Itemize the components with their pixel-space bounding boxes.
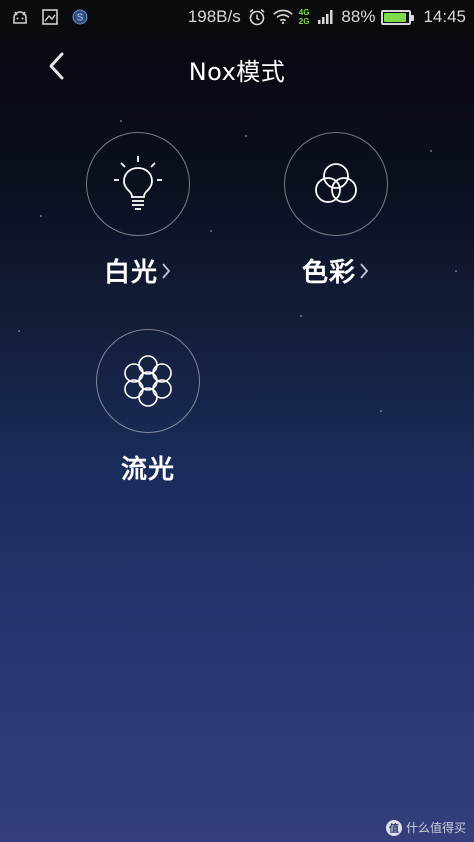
mode-label: 流光 [120,455,175,485]
mode-color-circle [284,132,388,236]
mode-white-light-label-row: 白光 [104,252,172,289]
mode-white-light-circle [86,132,190,236]
mode-color[interactable]: 色彩 [266,132,406,289]
wifi-icon [273,7,293,27]
app-header: Nox模式 [0,34,474,100]
color-circles-icon [315,163,357,203]
battery-level-fill [384,12,406,22]
chevron-right-icon [358,261,370,281]
svg-text:S: S [77,13,84,24]
mode-flow-light-circle [96,329,200,433]
alarm-icon [247,7,267,27]
net-speed-text: 198B/s [187,7,241,26]
watermark-text: 什么值得买 [405,821,466,835]
flow-light-icon [124,355,172,407]
image-icon [40,7,60,27]
watermark: 值 什么值得买 [385,819,466,836]
watermark-badge-icon: 值 [385,819,402,836]
mode-label: 色彩 [301,258,356,288]
signal-icon [315,7,335,27]
chevron-right-icon [160,261,172,281]
lightbulb-icon [114,156,162,210]
starfield-background [0,0,474,842]
android-icon [10,7,30,27]
mode-label: 白光 [103,258,158,288]
battery-charging-icon [381,9,415,25]
network-type-tags: 4G 2G [298,8,310,26]
mode-flow-light-label-row: 流光 [121,449,175,486]
status-bar: S 198B/s 4G 2G 88% 14:45 [0,0,474,34]
app-s-icon: S [70,7,90,27]
mode-color-label-row: 色彩 [302,252,370,289]
clock-text: 14:45 [423,7,466,26]
page-title: Nox模式 [188,58,286,86]
battery-percent-text: 88% [341,7,376,26]
mode-flow-light[interactable]: 流光 [78,329,218,486]
mode-white-light[interactable]: 白光 [68,132,208,289]
